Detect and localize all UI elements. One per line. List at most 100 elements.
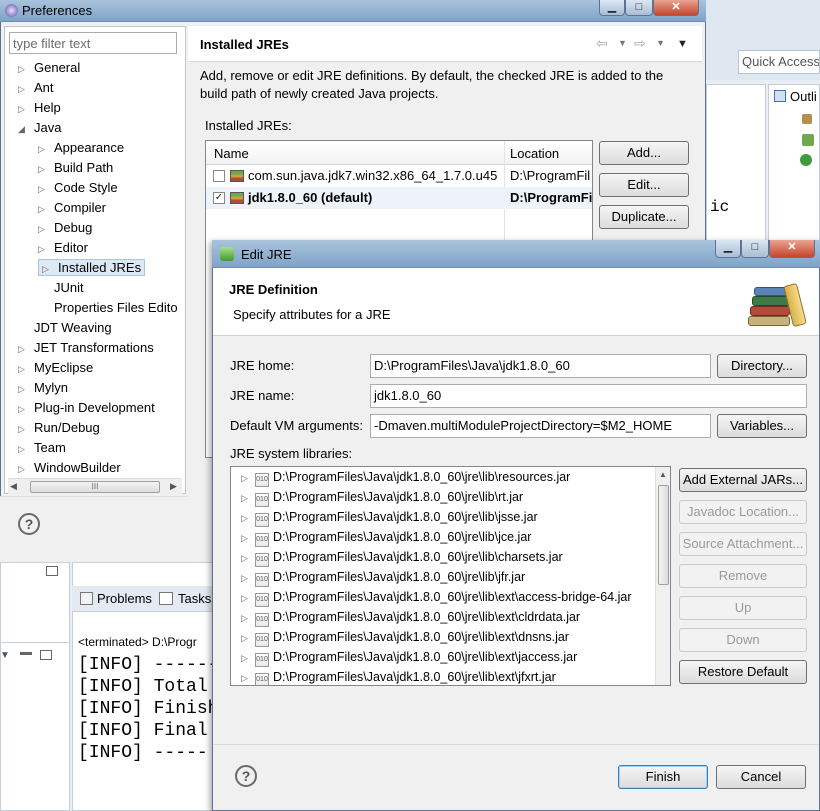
pref-tree-item[interactable]: JUnit <box>38 280 84 295</box>
pref-tree-item[interactable]: ▷ Mylyn <box>18 380 68 395</box>
expand-arrow-icon[interactable]: ▷ <box>18 84 28 95</box>
expand-arrow-icon[interactable]: ▷ <box>38 204 48 215</box>
source-attachment-button[interactable]: Source Attachment... <box>679 532 807 556</box>
jre-checkbox[interactable] <box>213 170 225 182</box>
vm-arguments-input[interactable]: -Dmaven.multiModuleProjectDirectory=$M2_… <box>370 414 711 438</box>
view-menu-icon[interactable]: ▼ <box>677 38 688 50</box>
edit-jre-maximize-button[interactable]: □ <box>741 240 769 258</box>
maximize-button[interactable]: □ <box>625 0 653 16</box>
expand-arrow-icon[interactable]: ▷ <box>241 573 255 584</box>
help-icon[interactable]: ? <box>18 513 40 535</box>
expand-arrow-icon[interactable]: ▷ <box>18 344 28 355</box>
expand-arrow-icon[interactable]: ▷ <box>241 493 255 504</box>
pref-tree-item[interactable]: ▷ WindowBuilder <box>18 460 121 475</box>
expand-arrow-icon[interactable]: ▷ <box>18 424 28 435</box>
problems-tab[interactable]: Problems <box>97 591 152 606</box>
view-menu-icon[interactable]: ▼ <box>0 650 10 661</box>
pref-tree-item[interactable]: ▷ JET Transformations <box>18 340 154 355</box>
down-button[interactable]: Down <box>679 628 807 652</box>
minimize-view-icon[interactable] <box>46 566 58 576</box>
maximize-icon[interactable] <box>40 650 52 660</box>
pref-tree-item[interactable]: ▷ Editor <box>38 240 88 255</box>
edit-jre-minimize-button[interactable]: ▁ <box>715 240 741 258</box>
column-header-name[interactable]: Name <box>214 146 249 161</box>
expand-arrow-icon[interactable]: ◢ <box>18 124 28 135</box>
scroll-right-arrow[interactable]: ▶ <box>170 481 177 492</box>
library-item[interactable]: ▷ 010 D:\ProgramFiles\Java\jdk1.8.0_60\jre… <box>241 630 569 647</box>
minimize-icon[interactable] <box>20 652 32 655</box>
pref-tree-item[interactable]: Properties Files Edito <box>38 300 178 315</box>
expand-arrow-icon[interactable]: ▷ <box>241 613 255 624</box>
filter-input[interactable]: type filter text <box>9 32 177 54</box>
expand-arrow-icon[interactable]: ▷ <box>18 404 28 415</box>
preferences-titlebar[interactable]: Preferences ▁ □ ✕ <box>0 0 706 22</box>
library-item[interactable]: ▷ 010 D:\ProgramFiles\Java\jdk1.8.0_60\jre… <box>241 670 556 685</box>
scroll-left-arrow[interactable]: ◀ <box>10 481 17 492</box>
expand-arrow-icon[interactable]: ▷ <box>18 444 28 455</box>
javadoc-location-button[interactable]: Javadoc Location... <box>679 500 807 524</box>
back-arrow-icon[interactable]: ⇦ <box>596 35 608 52</box>
edit-jre-button[interactable]: Edit... <box>599 173 689 197</box>
expand-arrow-icon[interactable]: ▷ <box>241 673 255 684</box>
edit-jre-titlebar[interactable]: Edit JRE ▁ □ ✕ <box>212 240 820 268</box>
libraries-vscrollbar[interactable]: ▲ <box>655 467 670 685</box>
add-external-jars-button[interactable]: Add External JARs... <box>679 468 807 492</box>
expand-arrow-icon[interactable]: ▷ <box>18 364 28 375</box>
back-menu-icon[interactable]: ▼ <box>618 38 627 48</box>
duplicate-jre-button[interactable]: Duplicate... <box>599 205 689 229</box>
expand-arrow-icon[interactable]: ▷ <box>42 264 52 275</box>
minimize-button[interactable]: ▁ <box>599 0 625 16</box>
tree-hscrollbar[interactable]: ◀ III ▶ <box>8 478 182 494</box>
jre-name-input[interactable]: jdk1.8.0_60 <box>370 384 807 408</box>
jre-row[interactable]: ✓ jdk1.8.0_60 (default) D:\ProgramFi <box>206 187 592 209</box>
expand-arrow-icon[interactable]: ▷ <box>241 533 255 544</box>
close-button[interactable]: ✕ <box>653 0 699 16</box>
expand-arrow-icon[interactable]: ▷ <box>38 244 48 255</box>
jre-row[interactable]: com.sun.java.jdk7.win32.x86_64_1.7.0.u45… <box>206 165 592 187</box>
pref-tree-item[interactable]: ▷ Compiler <box>38 200 106 215</box>
expand-arrow-icon[interactable]: ▷ <box>18 384 28 395</box>
expand-arrow-icon[interactable]: ▷ <box>241 593 255 604</box>
library-item[interactable]: ▷ 010 D:\ProgramFiles\Java\jdk1.8.0_60\jre… <box>241 550 563 567</box>
up-button[interactable]: Up <box>679 596 807 620</box>
cancel-button[interactable]: Cancel <box>716 765 806 789</box>
pref-tree-item[interactable]: ▷ Ant <box>18 80 54 95</box>
jre-home-input[interactable]: D:\ProgramFiles\Java\jdk1.8.0_60 <box>370 354 711 378</box>
expand-arrow-icon[interactable]: ▷ <box>38 184 48 195</box>
expand-arrow-icon[interactable]: ▷ <box>241 473 255 484</box>
library-item[interactable]: ▷ 010 D:\ProgramFiles\Java\jdk1.8.0_60\jre… <box>241 590 632 607</box>
outline-label[interactable]: Outli <box>790 89 817 104</box>
library-item[interactable]: ▷ 010 D:\ProgramFiles\Java\jdk1.8.0_60\jre… <box>241 570 525 587</box>
scroll-thumb[interactable]: III <box>30 481 160 493</box>
pref-tree-item[interactable]: ◢ Java <box>18 120 61 135</box>
pref-tree-item[interactable]: ▷ Build Path <box>38 160 113 175</box>
pref-tree-item[interactable]: ▷ Installed JREs <box>38 259 146 276</box>
expand-arrow-icon[interactable]: ▷ <box>18 104 28 115</box>
expand-arrow-icon[interactable]: ▷ <box>38 144 48 155</box>
library-item[interactable]: ▷ 010 D:\ProgramFiles\Java\jdk1.8.0_60\jre… <box>241 530 531 547</box>
expand-arrow-icon[interactable]: ▷ <box>18 464 28 475</box>
restore-default-button[interactable]: Restore Default <box>679 660 807 684</box>
pref-tree-item[interactable]: ▷ Run/Debug <box>18 420 100 435</box>
library-item[interactable]: ▷ 010 D:\ProgramFiles\Java\jdk1.8.0_60\jre… <box>241 650 577 667</box>
edit-jre-help-icon[interactable]: ? <box>235 765 257 787</box>
variables-button[interactable]: Variables... <box>717 414 807 438</box>
forward-arrow-icon[interactable]: ⇨ <box>634 35 646 52</box>
pref-tree-item[interactable]: JDT Weaving <box>18 320 112 335</box>
finish-button[interactable]: Finish <box>618 765 708 789</box>
pref-tree-item[interactable]: ▷ Plug-in Development <box>18 400 155 415</box>
pref-tree-item[interactable]: ▷ MyEclipse <box>18 360 93 375</box>
pref-tree-item[interactable]: ▷ Appearance <box>38 140 124 155</box>
pref-tree-item[interactable]: ▷ Debug <box>38 220 92 235</box>
library-item[interactable]: ▷ 010 D:\ProgramFiles\Java\jdk1.8.0_60\jre… <box>241 470 570 487</box>
expand-arrow-icon[interactable]: ▷ <box>38 164 48 175</box>
remove-button[interactable]: Remove <box>679 564 807 588</box>
pref-tree-item[interactable]: ▷ Code Style <box>38 180 118 195</box>
column-header-location[interactable]: Location <box>510 146 559 161</box>
jre-checkbox[interactable]: ✓ <box>213 192 225 204</box>
expand-arrow-icon[interactable]: ▷ <box>241 513 255 524</box>
pref-tree-item[interactable]: ▷ General <box>18 60 80 75</box>
expand-arrow-icon[interactable]: ▷ <box>241 553 255 564</box>
library-item[interactable]: ▷ 010 D:\ProgramFiles\Java\jdk1.8.0_60\jre… <box>241 510 538 527</box>
library-item[interactable]: ▷ 010 D:\ProgramFiles\Java\jdk1.8.0_60\jre… <box>241 610 580 627</box>
